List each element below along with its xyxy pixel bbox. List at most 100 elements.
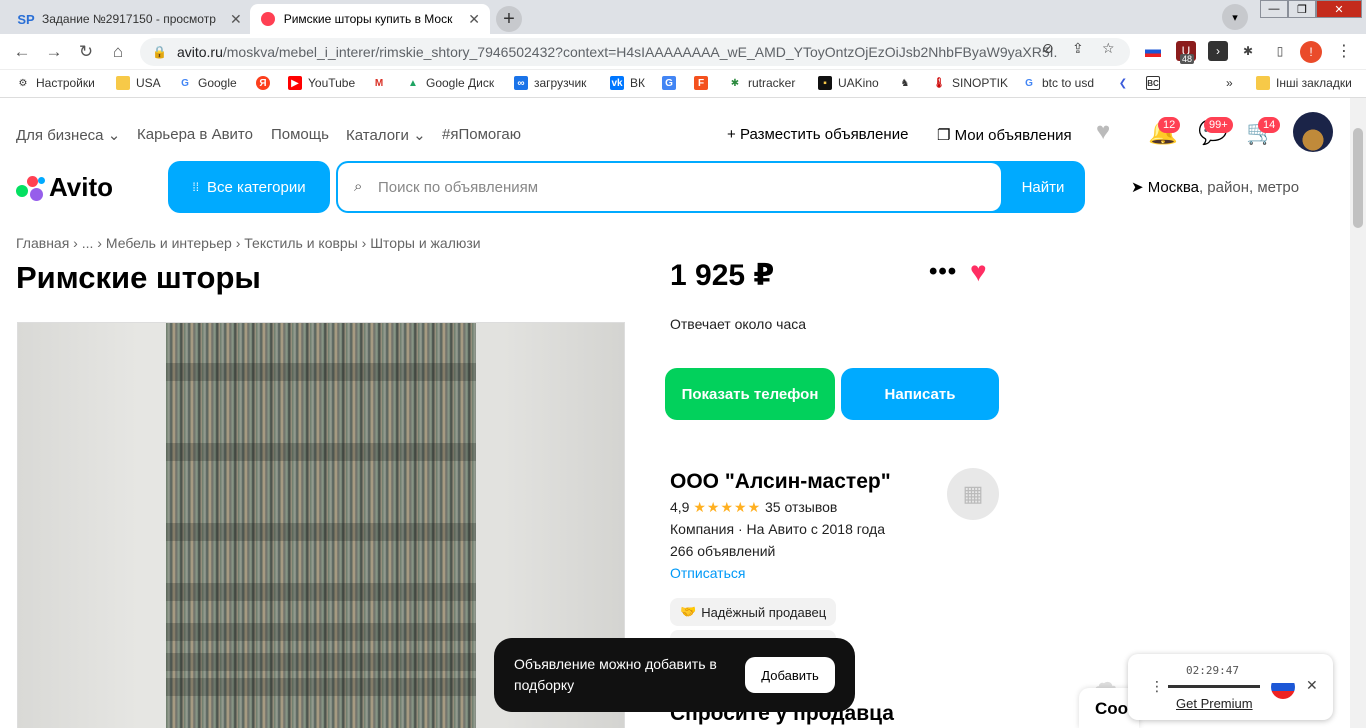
lock-icon[interactable]: 🔒 <box>152 45 167 59</box>
close-tab-icon[interactable]: ✕ <box>468 11 480 28</box>
minimize-icon[interactable]: — <box>1260 0 1288 18</box>
chevron-down-icon: ⌄ <box>413 127 426 144</box>
home-icon[interactable]: ⌂ <box>108 42 128 62</box>
extension-icon[interactable]: › <box>1208 41 1228 61</box>
maximize-icon[interactable]: ❐ <box>1288 0 1316 18</box>
bookmark-item[interactable]: ▶ YouTube <box>288 76 355 90</box>
tab-search-icon[interactable]: ▾ <box>1222 4 1248 30</box>
bookmark-item[interactable]: M <box>372 76 392 90</box>
bookmark-item[interactable]: vk ВК <box>610 76 645 90</box>
puzzle-icon[interactable]: ✱ <box>1238 41 1258 61</box>
address-bar-row: ← → ↻ ⌂ 🔒 avito.ru/moskva/mebel_i_intere… <box>0 34 1366 70</box>
bookmark-folder-other[interactable]: Інші закладки <box>1256 76 1352 90</box>
bookmark-item[interactable]: ✱ rutracker <box>728 76 796 90</box>
close-window-icon[interactable]: ✕ <box>1316 0 1362 18</box>
nav-career[interactable]: Карьера в Авито <box>137 126 253 143</box>
bookmark-item[interactable]: Я <box>256 76 276 90</box>
bookmark-item[interactable]: G Google <box>178 76 237 90</box>
profile-avatar[interactable]: ! <box>1300 41 1322 63</box>
search-button[interactable]: Найти <box>1001 161 1085 213</box>
breadcrumb-item[interactable]: Шторы и жалюзи <box>370 235 480 251</box>
avito-icon <box>260 11 276 27</box>
russia-flag-icon[interactable] <box>1143 41 1163 61</box>
bookmark-item[interactable]: ▲ Google Диск <box>406 76 494 90</box>
yandex-icon: Я <box>256 76 270 90</box>
google-icon: G <box>181 77 189 89</box>
forward-icon[interactable]: → <box>44 42 64 62</box>
page-scrollbar[interactable] <box>1350 98 1366 728</box>
bookmark-item[interactable]: BC <box>1146 76 1166 90</box>
bookmark-item[interactable]: ♞ <box>898 76 918 90</box>
favorite-heart-icon[interactable]: ♥ <box>970 256 987 288</box>
bookmark-star-icon[interactable]: ☆ <box>1102 40 1115 57</box>
unsubscribe-link[interactable]: Отписаться <box>670 565 745 581</box>
translate-icon: G <box>662 76 676 90</box>
drive-icon: ▲ <box>408 77 418 89</box>
breadcrumb-item[interactable]: Главная <box>16 235 69 251</box>
toast-message: Объявление можно добавить в подборку <box>514 656 717 693</box>
my-ads-link[interactable]: ❐ Мои объявления <box>937 126 1072 144</box>
chevron-down-icon: ⌄ <box>107 127 121 144</box>
close-tab-icon[interactable]: ✕ <box>230 11 242 28</box>
bookmark-item[interactable]: Gbtc to usd <box>1022 76 1094 90</box>
bookmark-item[interactable]: F <box>694 76 714 90</box>
address-bar[interactable]: 🔒 avito.ru/moskva/mebel_i_interer/rimski… <box>140 38 1130 66</box>
russia-flag-icon[interactable] <box>1271 675 1295 699</box>
rutracker-icon: ✱ <box>730 77 740 89</box>
bookmark-item[interactable]: ❮ <box>1116 76 1136 90</box>
browser-tab-active[interactable]: Римские шторы купить в Моск ✕ <box>250 4 490 34</box>
bookmarks-more[interactable]: » <box>1226 76 1233 90</box>
write-message-button[interactable]: Написать <box>841 368 999 420</box>
reload-icon[interactable]: ↻ <box>76 42 96 62</box>
bookmark-item[interactable]: USA <box>116 76 161 90</box>
share-icon[interactable]: ⇪ <box>1072 40 1084 57</box>
post-ad-link[interactable]: + Разместить объявление <box>727 126 908 143</box>
get-premium-link[interactable]: Get Premium <box>1176 696 1253 711</box>
extension-badge: 48 <box>1180 54 1195 64</box>
tab-title: Римские шторы купить в Моск <box>283 12 453 26</box>
messages-count: 99+ <box>1204 117 1233 133</box>
browser-tab[interactable]: SP Задание №2917150 - просмотр ✕ <box>8 4 252 34</box>
breadcrumb-item[interactable]: ... <box>82 235 94 251</box>
seller-rating[interactable]: 4,9 ★★★★★ 35 отзывов <box>670 499 837 516</box>
toast-add-button[interactable]: Добавить <box>745 657 835 693</box>
back-icon[interactable]: ← <box>12 42 32 62</box>
copy-icon: ❐ <box>937 127 951 144</box>
seller-ads-count[interactable]: 266 объявлений <box>670 543 775 559</box>
scrollbar-thumb[interactable] <box>1353 128 1363 228</box>
seller-name[interactable]: ООО "Алсин-мастер" <box>670 470 891 494</box>
new-tab-button[interactable]: + <box>496 6 522 32</box>
uakino-icon: ▪ <box>818 76 832 90</box>
blocked-icon[interactable]: ⊘ <box>1042 40 1054 57</box>
bookmark-item[interactable]: 🌡 SINOPTIK <box>932 76 1008 90</box>
favorites-heart-icon[interactable]: ♥ <box>1096 118 1110 146</box>
progress-bar <box>1168 685 1260 688</box>
avito-dots-icon <box>16 175 46 201</box>
more-options-icon[interactable]: ••• <box>929 258 957 286</box>
nav-business[interactable]: Для бизнеса ⌄ <box>16 126 120 144</box>
plus-icon: + <box>727 126 736 143</box>
bookmark-item[interactable]: ⚙ Настройки <box>16 76 95 90</box>
cart-count: 14 <box>1258 117 1281 133</box>
location-selector[interactable]: ➤ Москва, район, метро <box>1131 178 1299 196</box>
user-avatar[interactable] <box>1293 112 1333 152</box>
bookmark-item[interactable]: ▪ UAKino <box>818 76 879 90</box>
nav-ya-pomogayu[interactable]: #яПомогаю <box>442 126 521 143</box>
menu-kebab-icon[interactable]: ⋮ <box>1334 41 1354 61</box>
breadcrumb-item[interactable]: Текстиль и ковры <box>244 235 357 251</box>
all-categories-button[interactable]: ⁞⁞ Все категории <box>168 161 330 213</box>
breadcrumb-item[interactable]: Мебель и интерьер <box>106 235 232 251</box>
bookmark-item[interactable]: ∞ загрузчик <box>514 76 586 90</box>
show-phone-button[interactable]: Показать телефон <box>665 368 835 420</box>
grid-dots-icon: ⁞⁞ <box>192 180 200 194</box>
reply-time: Отвечает около часа <box>670 316 807 332</box>
bookmark-item[interactable]: G <box>662 76 682 90</box>
building-icon[interactable]: ▦ <box>947 468 999 520</box>
panel-menu-icon[interactable]: ⋮ <box>1150 678 1164 695</box>
search-input[interactable]: ⌕ Поиск по объявлениям <box>338 163 1001 211</box>
close-icon[interactable]: ✕ <box>1306 677 1318 694</box>
nav-catalogs[interactable]: Каталоги ⌄ <box>346 126 426 144</box>
nav-help[interactable]: Помощь <box>271 126 329 143</box>
sidepanel-icon[interactable]: ▯ <box>1270 41 1290 61</box>
avito-logo[interactable]: Avito <box>16 172 113 203</box>
